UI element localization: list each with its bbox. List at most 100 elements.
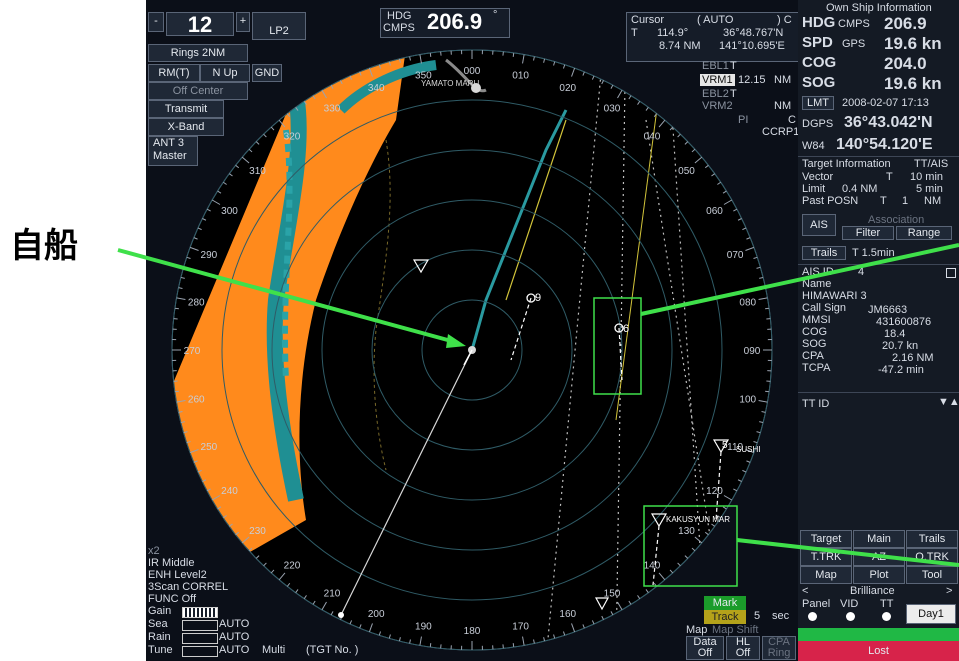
rings-button[interactable]: Rings 2NM xyxy=(148,44,248,62)
bearing-tick xyxy=(429,52,432,57)
bearing-tick xyxy=(429,643,432,648)
bearing-tick xyxy=(765,307,770,310)
sea-bar[interactable] xyxy=(182,620,218,631)
filter-button[interactable]: Filter xyxy=(842,226,894,240)
brilliance-right-arrow[interactable]: > xyxy=(946,585,952,597)
menu-target[interactable]: Target xyxy=(800,530,852,548)
lost-button[interactable]: Lost xyxy=(798,641,959,661)
hl-off-button[interactable]: HL Off xyxy=(726,636,760,660)
bearing-label: 020 xyxy=(559,83,576,94)
multi-label[interactable]: Multi xyxy=(262,644,285,656)
rain-label: Rain xyxy=(148,631,171,643)
brilliance-label: Brilliance xyxy=(850,585,895,597)
transmit-button[interactable]: Transmit xyxy=(148,100,224,118)
ebl1-label[interactable]: EBL1 xyxy=(702,60,729,72)
svg-text:YAMATO MARU: YAMATO MARU xyxy=(421,79,479,88)
band-button[interactable]: X-Band xyxy=(148,118,224,136)
vrm1-label[interactable]: VRM1 xyxy=(700,74,735,86)
enh-label[interactable]: ENH Level2 xyxy=(148,569,207,581)
ebl2-label[interactable]: EBL2 xyxy=(702,88,729,100)
bearing-label: 230 xyxy=(249,526,266,537)
rain-bar[interactable] xyxy=(182,633,218,644)
limit-label: Limit xyxy=(802,183,826,195)
trails-button[interactable]: Trails xyxy=(802,246,846,260)
hdg-label: HDG xyxy=(387,10,412,22)
track-button[interactable]: Track xyxy=(704,610,746,624)
bearing-label: 300 xyxy=(221,206,238,217)
pulse-length[interactable]: LP2 xyxy=(252,12,306,40)
tt-dial-icon[interactable] xyxy=(882,612,891,621)
antenna-master: Master xyxy=(153,150,187,162)
ais-sog-value: 20.7 kn xyxy=(882,340,919,352)
brilliance-left-arrow[interactable]: < xyxy=(802,585,808,597)
tt-id-label: TT ID xyxy=(802,398,830,410)
bearing-label: 010 xyxy=(512,70,529,81)
ebl1-t: T xyxy=(730,60,737,72)
ais-button[interactable]: AIS xyxy=(802,214,836,236)
menu-az[interactable]: AZ xyxy=(853,548,905,566)
map-label[interactable]: Map xyxy=(686,624,707,636)
mark-button[interactable]: Mark xyxy=(704,596,746,610)
cpa-ring-button[interactable]: CPA Ring xyxy=(762,636,796,660)
antenna-button[interactable]: ANT 3 Master xyxy=(148,136,198,166)
ais-expand-icon[interactable] xyxy=(946,268,956,278)
lmt-value: 2008-02-07 17:13 xyxy=(842,97,929,109)
own-ship-annotation: 自船 xyxy=(10,226,78,266)
menu-map[interactable]: Map xyxy=(800,566,852,584)
menu-trails[interactable]: Trails xyxy=(906,530,958,548)
func-label[interactable]: FUNC Off xyxy=(148,593,196,605)
call-sign-label: Call Sign xyxy=(802,302,847,314)
cursor-lon: 141°10.695'E xyxy=(719,40,785,52)
range-button[interactable]: Range xyxy=(896,226,952,240)
off-center-button[interactable]: Off Center xyxy=(148,82,248,100)
right-info-panel: Own Ship Information HDG CMPS 206.9 SPD … xyxy=(798,0,959,661)
bearing-label: 250 xyxy=(201,442,218,453)
panel-dial-icon[interactable] xyxy=(808,612,817,621)
range-minus-button[interactable]: - xyxy=(148,12,164,32)
vid-dial-icon[interactable] xyxy=(846,612,855,621)
bearing-label: 210 xyxy=(324,588,341,599)
gain-bar[interactable] xyxy=(182,607,218,618)
hdg-value: 206.9 xyxy=(427,9,483,34)
hdg-row-src: CMPS xyxy=(838,18,870,30)
map-shift-label[interactable]: Map Shift xyxy=(712,624,758,636)
motion-mode-button[interactable]: RM(T) xyxy=(148,64,200,82)
cursor-mode-end: ) C xyxy=(777,14,792,26)
menu-main[interactable]: Main xyxy=(853,530,905,548)
status-green-bar xyxy=(798,628,959,641)
bearing-tick xyxy=(174,307,179,310)
menu-plot[interactable]: Plot xyxy=(853,566,905,584)
video-settings: x2 IR Middle ENH Level2 3Scan CORREL FUN… xyxy=(146,545,251,661)
gnd-button[interactable]: GND xyxy=(252,64,282,82)
data-off-button[interactable]: Data Off xyxy=(686,636,724,660)
past-unit: NM xyxy=(924,195,942,207)
heading-box: HDG CMPS 206.9 ° xyxy=(380,8,510,38)
tune-bar[interactable] xyxy=(182,646,218,657)
ir-label[interactable]: IR Middle xyxy=(148,557,194,569)
rain-value: AUTO xyxy=(219,631,250,643)
vrm2-label[interactable]: VRM2 xyxy=(702,100,733,112)
orientation-button[interactable]: N Up xyxy=(200,64,250,82)
bearing-tick xyxy=(765,390,770,393)
vrm2-unit: NM xyxy=(774,100,792,112)
ccrp-label: CCRP1 xyxy=(762,126,800,138)
bearing-label: 030 xyxy=(604,104,621,115)
cog-row-value: 204.0 xyxy=(884,54,927,73)
cursor-t: T xyxy=(631,27,638,39)
cpa-ring-value: Ring xyxy=(767,647,791,659)
scan-label[interactable]: 3Scan CORREL xyxy=(148,581,228,593)
pi-c: C xyxy=(788,114,796,126)
data-value: Off xyxy=(697,647,713,659)
tgt-no-label[interactable]: (TGT No. ) xyxy=(306,644,358,656)
cpa-value: 2.16 NM xyxy=(892,352,934,364)
cursor-title: Cursor xyxy=(631,14,665,26)
range-plus-button[interactable]: + xyxy=(236,12,250,32)
ais-cog-value: 18.4 xyxy=(884,328,906,340)
menu-tool[interactable]: Tool xyxy=(906,566,958,584)
day-mode-button[interactable]: Day1 xyxy=(906,604,956,624)
hdg-source: CMPS xyxy=(383,22,415,34)
cursor-bearing: 114.9° xyxy=(657,27,689,39)
menu-ttrk[interactable]: T.TRK xyxy=(800,548,852,566)
tt-scroll-icon[interactable]: ▼▲ xyxy=(938,396,959,408)
menu-otrk[interactable]: O.TRK xyxy=(906,548,958,566)
